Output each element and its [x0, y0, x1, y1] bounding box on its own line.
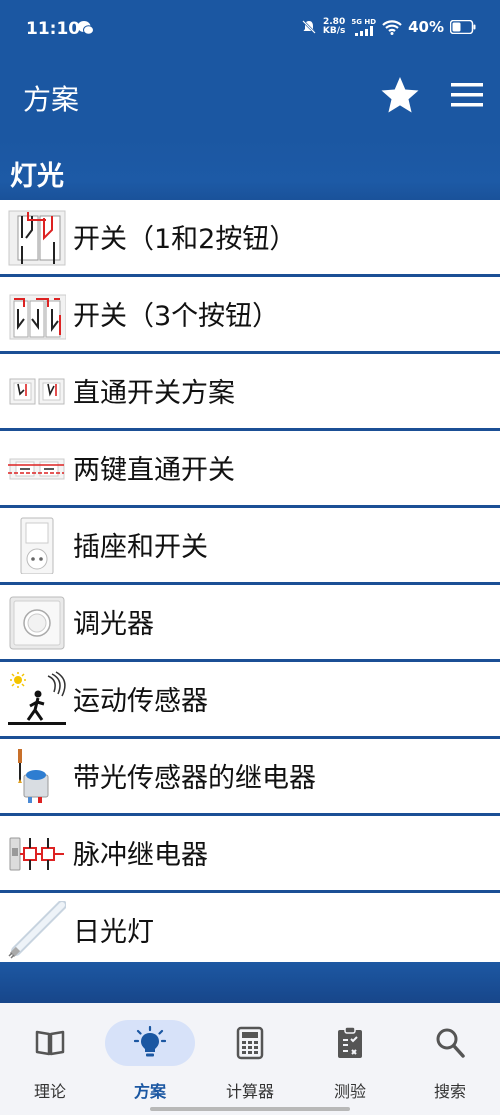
section-header: 灯光	[0, 138, 500, 200]
battery-percent: 40%	[408, 18, 444, 36]
list-item[interactable]: 日光灯	[0, 893, 500, 970]
clipboard-icon	[338, 1026, 362, 1058]
book-icon	[35, 1030, 65, 1056]
tab-quiz-label: 测验	[333, 1082, 366, 1101]
list-item[interactable]: 脉冲继电器	[0, 816, 500, 893]
tab-theory[interactable]: 理论	[0, 1018, 100, 1108]
wifi-icon	[382, 20, 402, 35]
tab-schemes-label: 方案	[133, 1082, 166, 1101]
signal-bars-icon	[354, 25, 373, 36]
fluorescent-lamp-icon	[8, 901, 66, 959]
list-item-label: 脉冲继电器	[73, 840, 208, 871]
switch-wiring-icon	[8, 210, 66, 266]
lightbulb-icon	[134, 1026, 166, 1057]
page-title: 方案	[23, 83, 80, 116]
list-item-label: 开关（1和2按钮）	[73, 224, 297, 255]
list-item-label: 运动传感器	[73, 686, 208, 717]
list-item[interactable]: 直通开关方案	[0, 354, 500, 431]
motion-sensor-icon	[8, 671, 66, 725]
dimmer-icon	[9, 596, 65, 650]
battery-icon	[450, 20, 476, 34]
list-item[interactable]: 运动传感器	[0, 662, 500, 739]
list-item-label: 直通开关方案	[73, 378, 235, 409]
bottom-navigation: 理论 方案 计算器 测验 搜索	[0, 1003, 500, 1115]
two-key-switch-icon	[8, 458, 65, 480]
wechat-icon	[77, 21, 94, 35]
list-footer-band	[0, 962, 500, 1003]
home-indicator[interactable]	[150, 1107, 350, 1111]
tab-theory-label: 理论	[33, 1082, 66, 1101]
scheme-list: 开关（1和2按钮） 开关（3个按钮） 直通开关方案 两键直通开关 插座和开关 调…	[0, 200, 500, 970]
tab-calculator[interactable]: 计算器	[200, 1018, 300, 1108]
list-item[interactable]: 两键直通开关	[0, 431, 500, 508]
list-item-label: 两键直通开关	[73, 455, 235, 486]
network-speed-unit: KB/s	[322, 26, 346, 36]
list-item[interactable]: 开关（1和2按钮）	[0, 200, 500, 277]
list-item[interactable]: 带光传感器的继电器	[0, 739, 500, 816]
tab-schemes[interactable]: 方案	[100, 1018, 200, 1108]
hamburger-menu-icon[interactable]	[449, 81, 485, 109]
list-item-label: 插座和开关	[73, 532, 208, 563]
section-title: 灯光	[10, 161, 64, 192]
three-button-switch-icon	[9, 294, 66, 340]
list-item[interactable]: 调光器	[0, 585, 500, 662]
mute-bell-icon	[302, 20, 316, 34]
signal-indicator: 5G HD	[351, 17, 377, 36]
tab-search[interactable]: 搜索	[400, 1018, 500, 1108]
socket-switch-icon	[20, 517, 54, 574]
network-type: 5G HD	[351, 17, 377, 26]
list-item-label: 日光灯	[73, 917, 154, 948]
calculator-icon	[236, 1026, 264, 1060]
passthrough-switch-icon	[9, 378, 65, 405]
app-bar: 方案	[0, 60, 500, 138]
favorite-star-icon[interactable]	[380, 75, 420, 115]
impulse-relay-icon	[9, 837, 64, 871]
list-item-label: 调光器	[73, 609, 154, 640]
network-speed: 2.80 KB/s	[323, 18, 345, 36]
tab-quiz[interactable]: 测验	[300, 1018, 400, 1108]
list-item[interactable]: 插座和开关	[0, 508, 500, 585]
tab-search-label: 搜索	[433, 1082, 466, 1101]
list-item-label: 带光传感器的继电器	[73, 763, 316, 794]
status-indicators: 2.80 KB/s 5G HD 40%	[301, 18, 476, 36]
list-item[interactable]: 开关（3个按钮）	[0, 277, 500, 354]
tab-calculator-label: 计算器	[225, 1082, 274, 1101]
status-bar: 11:10 2.80 KB/s 5G HD 40%	[0, 0, 500, 60]
search-icon	[436, 1028, 465, 1058]
status-time: 11:10	[26, 19, 81, 39]
light-sensor-relay-icon	[18, 749, 49, 803]
list-item-label: 开关（3个按钮）	[73, 301, 280, 332]
